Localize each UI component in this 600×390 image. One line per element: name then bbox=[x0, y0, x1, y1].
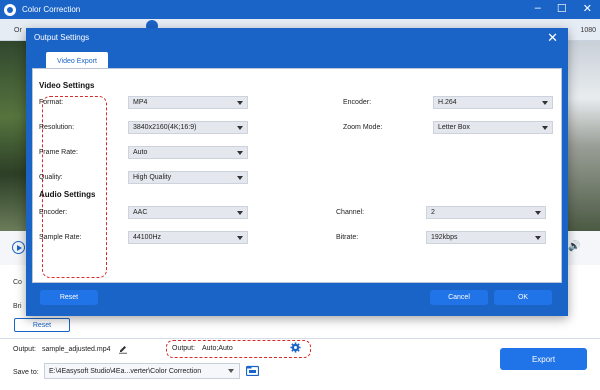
window-controls: – ☐ ✕ bbox=[535, 2, 592, 15]
audio-encoder-label: Encoder: bbox=[39, 209, 68, 216]
save-to-label: Save to: bbox=[13, 369, 39, 376]
quality-label: Quality: bbox=[39, 174, 63, 181]
dialog-title: Output Settings bbox=[34, 33, 90, 42]
dialog-reset-button[interactable]: Reset bbox=[40, 290, 98, 305]
info-strip-right: 1080 bbox=[580, 27, 596, 34]
app-logo-icon bbox=[4, 3, 16, 16]
title-bar: Color Correction – ☐ ✕ bbox=[0, 0, 600, 19]
volume-icon[interactable]: 🔊 bbox=[568, 242, 580, 252]
bitrate-select[interactable]: 192kbps bbox=[426, 231, 546, 244]
audio-settings-heading: Audio Settings bbox=[39, 190, 96, 199]
chevron-down-icon bbox=[237, 151, 243, 155]
zoom-mode-label: Zoom Mode: bbox=[343, 124, 383, 131]
frame-rate-select[interactable]: Auto bbox=[128, 146, 248, 159]
gear-icon[interactable] bbox=[290, 342, 301, 353]
settings-panel: Video Settings Format: MP4 Encoder: H.26… bbox=[32, 68, 562, 283]
chevron-down-icon bbox=[237, 211, 243, 215]
reset-button[interactable]: Reset bbox=[14, 318, 70, 332]
chevron-down-icon bbox=[237, 176, 243, 180]
chevron-down-icon bbox=[542, 126, 548, 130]
format-select[interactable]: MP4 bbox=[128, 96, 248, 109]
output-file-name: sample_adjusted.mp4 bbox=[42, 346, 111, 353]
channel-select[interactable]: 2 bbox=[426, 206, 546, 219]
quality-select[interactable]: High Quality bbox=[128, 171, 248, 184]
info-strip-left: Or bbox=[14, 27, 22, 34]
dialog-tabs: Video Export bbox=[32, 50, 562, 70]
chevron-down-icon bbox=[237, 101, 243, 105]
output-settings-dialog: Output Settings ✕ Video Export Video Set… bbox=[26, 28, 568, 316]
dialog-footer: Reset Cancel OK bbox=[32, 286, 562, 310]
zoom-mode-select[interactable]: Letter Box bbox=[433, 121, 553, 134]
video-encoder-label: Encoder: bbox=[343, 99, 372, 106]
sample-rate-label: Sample Rate: bbox=[39, 234, 82, 241]
save-to-path: E:\4Easysoft Studio\4Ea...verter\Color C… bbox=[49, 367, 202, 375]
channel-label: Channel: bbox=[336, 209, 365, 216]
output-file-label: Output: bbox=[13, 346, 36, 353]
output-format-value: Auto;Auto bbox=[202, 345, 233, 352]
audio-encoder-select[interactable]: AAC bbox=[128, 206, 248, 219]
sample-rate-select[interactable]: 44100Hz bbox=[128, 231, 248, 244]
brightness-label: Bri bbox=[13, 303, 22, 310]
chevron-down-icon bbox=[237, 236, 243, 240]
divider bbox=[0, 338, 600, 339]
resolution-label: Resolution: bbox=[39, 124, 75, 131]
minimize-icon[interactable]: – bbox=[535, 2, 541, 15]
chevron-down-icon bbox=[542, 101, 548, 105]
preview-image-right bbox=[566, 41, 600, 231]
quality-value: High Quality bbox=[133, 174, 172, 181]
chevron-down-icon bbox=[535, 211, 541, 215]
bitrate-label: Bitrate: bbox=[336, 234, 359, 241]
sample-rate-value: 44100Hz bbox=[133, 234, 162, 241]
format-label: Format: bbox=[39, 99, 64, 106]
bitrate-value: 192kbps bbox=[431, 234, 458, 241]
video-settings-heading: Video Settings bbox=[39, 81, 95, 90]
close-window-icon[interactable]: ✕ bbox=[583, 2, 592, 15]
resolution-value: 3840x2160(4K;16:9) bbox=[133, 124, 197, 131]
frame-rate-label: Frame Rate: bbox=[39, 149, 78, 156]
chevron-down-icon bbox=[228, 369, 234, 373]
chevron-down-icon bbox=[237, 126, 243, 130]
video-encoder-select[interactable]: H.264 bbox=[433, 96, 553, 109]
window-title: Color Correction bbox=[22, 5, 81, 14]
chevron-down-icon bbox=[535, 236, 541, 240]
maximize-icon[interactable]: ☐ bbox=[557, 2, 567, 15]
frame-rate-value: Auto bbox=[133, 149, 148, 156]
folder-icon[interactable] bbox=[246, 365, 259, 376]
contrast-label: Co bbox=[13, 279, 22, 286]
cancel-button[interactable]: Cancel bbox=[430, 290, 488, 305]
ok-button[interactable]: OK bbox=[494, 290, 552, 305]
audio-encoder-value: AAC bbox=[133, 209, 148, 216]
edit-icon[interactable] bbox=[118, 344, 128, 354]
channel-value: 2 bbox=[431, 209, 435, 216]
export-button[interactable]: Export bbox=[500, 348, 587, 370]
close-icon[interactable]: ✕ bbox=[547, 30, 558, 46]
play-icon[interactable] bbox=[12, 241, 25, 254]
format-value: MP4 bbox=[133, 99, 148, 106]
resolution-select[interactable]: 3840x2160(4K;16:9) bbox=[128, 121, 248, 134]
output-format-label: Output: bbox=[172, 345, 195, 352]
save-to-dropdown[interactable]: E:\4Easysoft Studio\4Ea...verter\Color C… bbox=[44, 363, 240, 379]
zoom-mode-value: Letter Box bbox=[438, 124, 470, 131]
video-encoder-value: H.264 bbox=[438, 99, 457, 106]
